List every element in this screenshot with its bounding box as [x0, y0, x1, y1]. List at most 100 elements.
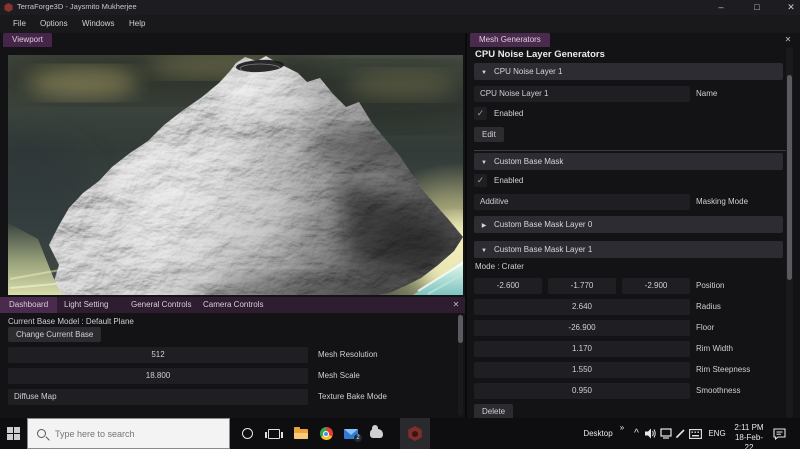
- panel-title: CPU Noise Layer Generators: [475, 49, 605, 60]
- rim-steepness-label: Rim Steepness: [696, 365, 751, 374]
- chrome-icon: [319, 427, 333, 440]
- time-label: 2:11 PM: [734, 423, 764, 432]
- dashboard-scrollbar[interactable]: [458, 314, 463, 416]
- menu-help[interactable]: Help: [129, 15, 145, 33]
- mesh-tab-strip: Mesh Generators ✕: [467, 33, 800, 47]
- smoothness-field[interactable]: 0.950: [474, 383, 690, 399]
- mesh-generators-panel: CPU Noise Layer Generators ▼ CPU Noise La…: [467, 47, 800, 419]
- terrain-render: [0, 45, 551, 323]
- viewport-tab-strip: Viewport: [0, 33, 466, 47]
- minimize-button[interactable]: –: [708, 0, 734, 15]
- people-icon: [369, 425, 383, 438]
- language-indicator[interactable]: ENG: [704, 418, 730, 449]
- dashboard-panel: Dashboard Light Setting General Controls…: [0, 297, 466, 418]
- file-explorer-icon: [294, 426, 308, 439]
- language-label: ENG: [708, 429, 726, 438]
- collapse-open-icon: ▼: [481, 70, 487, 76]
- mesh-panel-scrollbar[interactable]: [786, 47, 793, 418]
- separator: [474, 150, 786, 151]
- menu-options[interactable]: Options: [40, 15, 68, 33]
- start-button[interactable]: [0, 418, 27, 449]
- radius-field[interactable]: 2.640: [474, 299, 690, 315]
- mask-enabled-label: Enabled: [494, 176, 524, 185]
- position-x-field[interactable]: -2.600: [474, 278, 542, 294]
- close-button[interactable]: ✕: [778, 0, 800, 15]
- network-icon[interactable]: [659, 418, 673, 449]
- file-explorer-button[interactable]: [288, 418, 314, 449]
- viewport-3d-canvas[interactable]: [0, 45, 551, 323]
- terraforge3d-window: TerraForge3D - Jaysmito Mukherjee – □ ✕ …: [0, 0, 800, 449]
- enabled-checkbox[interactable]: ✓: [474, 107, 487, 120]
- taskbar: 2 Desktop » ^ ENG 2:11 PM 18-Feb-22: [0, 418, 800, 449]
- tab-general-controls[interactable]: General Controls: [122, 297, 200, 313]
- app-icon: [4, 3, 13, 12]
- tab-dashboard[interactable]: Dashboard: [0, 297, 58, 313]
- dashboard-scrollbar-thumb[interactable]: [458, 315, 463, 343]
- tab-light-setting[interactable]: Light Setting: [55, 297, 117, 313]
- action-center-button[interactable]: [768, 418, 790, 449]
- window-title: TerraForge3D - Jaysmito Mukherjee: [17, 2, 137, 11]
- masking-mode-dropdown[interactable]: Additive: [474, 194, 690, 210]
- search-icon: [37, 429, 50, 441]
- title-bar[interactable]: TerraForge3D - Jaysmito Mukherjee – □ ✕: [0, 0, 800, 15]
- position-label: Position: [696, 281, 725, 290]
- mesh-resolution-field[interactable]: 512: [8, 347, 308, 363]
- mask-enabled-checkbox[interactable]: ✓: [474, 174, 487, 187]
- taskbar-search[interactable]: [27, 418, 230, 449]
- mesh-panel-close-icon[interactable]: ✕: [782, 34, 794, 46]
- dashboard-close-icon[interactable]: ✕: [450, 299, 462, 311]
- custom-base-mask-layer-1-header[interactable]: ▼ Custom Base Mask Layer 1: [474, 241, 783, 258]
- enabled-label: Enabled: [494, 109, 524, 118]
- windows-logo-icon: [7, 427, 20, 440]
- menu-windows[interactable]: Windows: [82, 15, 114, 33]
- change-current-base-button[interactable]: Change Current Base: [8, 327, 102, 342]
- delete-button[interactable]: Delete: [474, 404, 514, 419]
- mesh-scale-field[interactable]: 18.800: [8, 368, 308, 384]
- rim-width-field[interactable]: 1.170: [474, 341, 690, 357]
- toolbar-overflow-icon[interactable]: »: [616, 412, 628, 443]
- cortana-icon: [241, 428, 253, 439]
- clock[interactable]: 2:11 PM 18-Feb-22: [731, 423, 767, 449]
- maximize-button[interactable]: □: [744, 0, 770, 15]
- floor-field[interactable]: -26.900: [474, 320, 690, 336]
- mode-crater-text: Mode : Crater: [475, 262, 524, 271]
- touch-keyboard-icon[interactable]: [687, 418, 703, 449]
- masking-mode-label: Masking Mode: [696, 197, 749, 206]
- custom-base-mask-layer-0-header[interactable]: ▶ Custom Base Mask Layer 0: [474, 216, 783, 233]
- pen-icon[interactable]: [673, 418, 687, 449]
- collapse-closed-icon: ▶: [481, 223, 487, 229]
- cortana-button[interactable]: [234, 418, 260, 449]
- tab-camera-controls[interactable]: Camera Controls: [194, 297, 272, 313]
- name-label: Name: [696, 89, 718, 98]
- task-view-button[interactable]: [261, 418, 287, 449]
- terraforge-icon: [408, 426, 422, 441]
- terraforge-taskbar-button[interactable]: [400, 418, 430, 449]
- rim-steepness-field[interactable]: 1.550: [474, 362, 690, 378]
- mesh-panel-scrollbar-thumb[interactable]: [787, 75, 792, 280]
- search-input[interactable]: [53, 427, 213, 440]
- floor-label: Floor: [696, 323, 715, 332]
- mail-button[interactable]: 2: [338, 418, 364, 449]
- tab-mesh-generators[interactable]: Mesh Generators: [470, 33, 550, 47]
- date-label: 18-Feb-22: [734, 433, 763, 449]
- position-z-field[interactable]: -2.900: [622, 278, 690, 294]
- mesh-resolution-label: Mesh Resolution: [318, 350, 378, 359]
- volume-icon[interactable]: [644, 418, 658, 449]
- position-y-field[interactable]: -1.770: [548, 278, 616, 294]
- edit-button[interactable]: Edit: [474, 127, 504, 142]
- dashboard-tab-bar: Dashboard Light Setting General Controls…: [0, 297, 466, 313]
- radius-label: Radius: [696, 302, 721, 311]
- people-button[interactable]: [363, 418, 389, 449]
- tray-expand-chevron[interactable]: ^: [630, 418, 643, 449]
- menu-file[interactable]: File: [13, 15, 26, 33]
- viewport-panel: [0, 45, 551, 323]
- tab-viewport[interactable]: Viewport: [3, 33, 52, 47]
- smoothness-label: Smoothness: [696, 386, 741, 395]
- chrome-button[interactable]: [313, 418, 339, 449]
- collapse-open-icon: ▼: [481, 160, 487, 166]
- desktop-toolbar[interactable]: Desktop: [581, 418, 615, 449]
- custom-base-mask-header[interactable]: ▼ Custom Base Mask: [474, 153, 783, 170]
- cpu-noise-layer-1-header[interactable]: ▼ CPU Noise Layer 1: [474, 63, 783, 80]
- texture-bake-mode-dropdown[interactable]: Diffuse Map: [8, 389, 308, 405]
- layer-name-input[interactable]: CPU Noise Layer 1: [474, 86, 690, 102]
